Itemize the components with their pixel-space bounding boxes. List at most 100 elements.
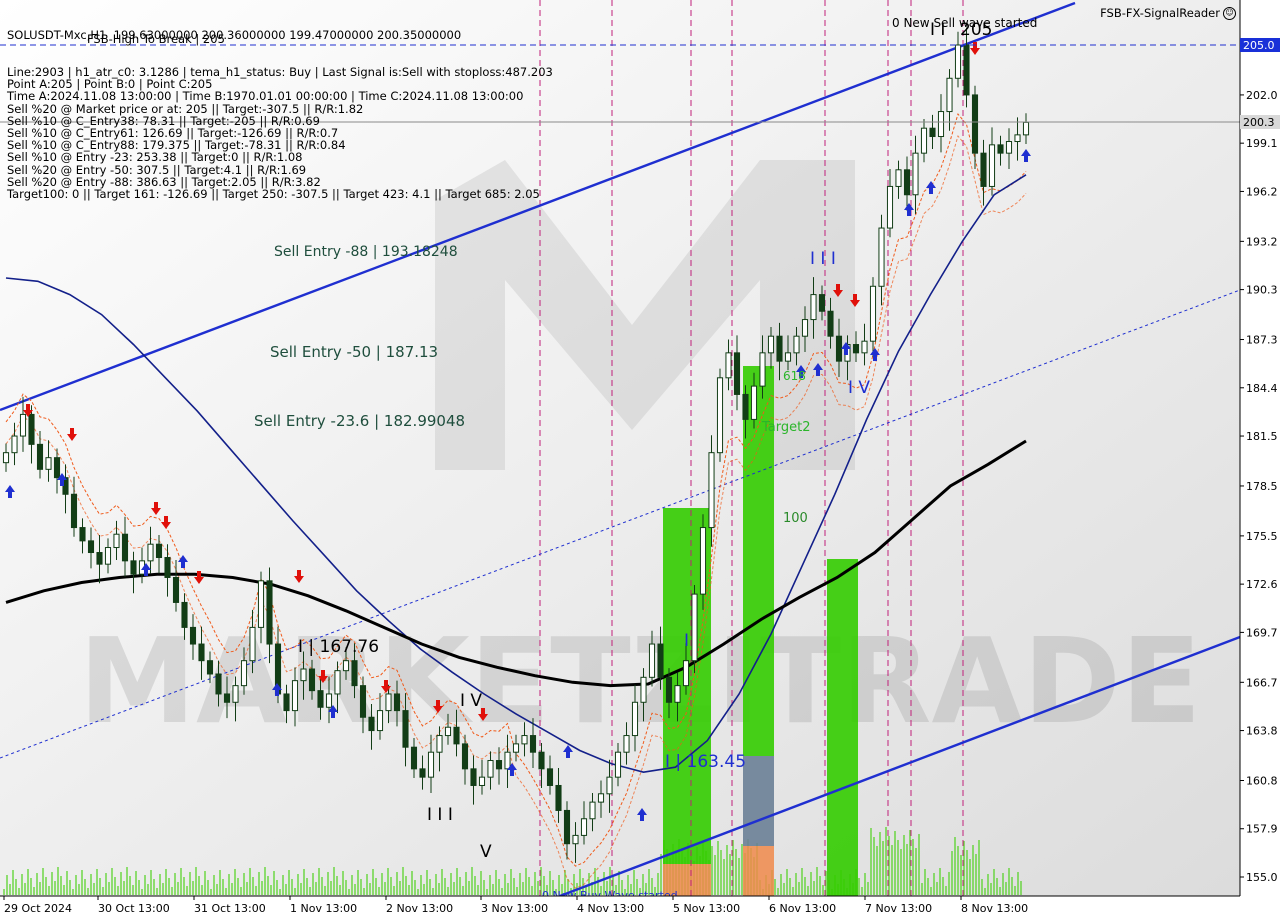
bear-candle <box>827 310 834 337</box>
bull-candle <box>342 660 350 672</box>
info-line: Time A:2024.11.08 13:00:00 | Time B:1970… <box>7 89 524 104</box>
bear-candle <box>266 580 273 645</box>
bull-candle <box>512 743 520 753</box>
price-tick-label: 166.7 <box>1246 676 1278 689</box>
price-tick-label: 199.1 <box>1246 137 1278 150</box>
wave-i-low-label: I | 163.45 <box>665 752 746 772</box>
bear-candle <box>87 540 95 554</box>
bull-candle <box>682 660 690 687</box>
bull-candle <box>878 227 885 287</box>
bear-candle <box>359 685 367 718</box>
wave-v-label: V <box>480 842 492 862</box>
bull-candle <box>793 335 800 354</box>
bull-candle <box>674 685 681 703</box>
bull-candle <box>606 776 613 795</box>
sell-entry-50-label: Sell Entry -50 | 187.13 <box>270 343 438 361</box>
bear-candle <box>130 560 137 575</box>
bear-candle <box>53 457 61 479</box>
bear-candle <box>733 352 741 395</box>
info-line: Sell %20 @ Market price or at: 205 || Ta… <box>7 101 364 116</box>
time-tick-label: 29 Oct 2024 <box>4 902 72 915</box>
bull-candle <box>11 435 18 454</box>
bull-candle <box>708 452 715 529</box>
bear-candle <box>155 543 163 559</box>
bear-candle <box>317 690 324 708</box>
bear-candle <box>555 784 562 811</box>
bull-candle <box>521 735 528 745</box>
bear-candle <box>351 660 358 687</box>
bull-candle <box>640 676 647 703</box>
info-list: Line:2903 | h1_atr_c0: 3.1286 | tema_h1_… <box>7 66 553 200</box>
bear-candle <box>308 668 316 692</box>
bear-candle <box>818 294 826 312</box>
bull-candle <box>886 185 894 229</box>
time-tick-label: 4 Nov 13:00 <box>577 902 644 915</box>
bear-candle <box>283 693 290 712</box>
bear-candle <box>164 557 171 578</box>
bear-candle <box>453 726 460 745</box>
bull-candle <box>334 670 341 695</box>
bull-candle <box>385 693 392 712</box>
time-tick-label: 30 Oct 13:00 <box>98 902 170 915</box>
bull-candle <box>699 527 707 595</box>
time-tick-label: 5 Nov 13:00 <box>673 902 740 915</box>
wave-i-high-label: I | 167.76 <box>298 637 379 657</box>
bull-candle <box>240 660 248 687</box>
info-line: Sell %20 @ Entry -50: 307.5 || Target:4.… <box>7 162 307 177</box>
signal-reader-title[interactable]: FSB-FX-SignalReader ☺ <box>1100 6 1236 20</box>
bull-candle <box>725 352 732 379</box>
bull-candle <box>954 44 962 79</box>
bear-candle <box>402 710 409 748</box>
price-tick-label: 181.5 <box>1246 430 1278 443</box>
target100-label: 100 <box>783 511 808 526</box>
bear-candle <box>189 626 197 645</box>
bull-candle <box>597 793 605 803</box>
bull-candle <box>19 413 27 437</box>
orange-stop-box <box>743 846 774 896</box>
bear-candle <box>980 152 987 187</box>
bear-candle <box>368 716 375 732</box>
bear-candle <box>538 751 545 770</box>
info-line: Sell %10 @ Entry -23: 253.38 || Target:0… <box>7 150 303 165</box>
new-sell-wave-label: 0 New Sell wave started <box>892 16 1037 30</box>
bear-candle <box>419 768 426 778</box>
bull-candle <box>376 710 384 732</box>
wave-iii-up-label: I I I <box>810 249 836 269</box>
bear-candle <box>198 643 205 662</box>
bear-candle <box>215 673 222 695</box>
grey-stop-box <box>743 756 774 846</box>
bull-candle <box>504 751 511 770</box>
bear-candle <box>657 643 664 678</box>
bear-candle <box>223 693 231 703</box>
info-line: Target100: 0 || Target 161: -126.69 || T… <box>7 187 540 202</box>
bear-candle <box>70 493 78 529</box>
bull-candle <box>104 547 112 565</box>
bear-candle <box>563 809 571 845</box>
bear-candle <box>963 44 970 96</box>
price-tick-label: 193.2 <box>1246 235 1278 248</box>
bull-candle <box>232 685 239 703</box>
bull-candle <box>691 593 698 662</box>
bear-candle <box>470 768 477 786</box>
bull-candle <box>291 680 299 712</box>
bear-candle <box>776 335 783 362</box>
target2-label: Target2 <box>761 420 811 435</box>
bull-candle <box>1014 134 1021 143</box>
price-tick-label: 202.0 <box>1246 89 1278 102</box>
bear-candle <box>79 527 86 542</box>
bull-candle <box>631 701 639 737</box>
bear-candle <box>461 743 469 770</box>
bear-candle <box>742 393 749 420</box>
bull-candle <box>895 169 902 187</box>
price-tick-label: 160.8 <box>1246 774 1278 787</box>
chart-container[interactable]: MARKETZITRADE I | 167.76 I V I I I V I I… <box>0 0 1280 920</box>
bear-candle <box>410 746 418 770</box>
bull-candle <box>784 352 792 362</box>
bear-candle <box>529 735 537 753</box>
fsb-high-label: FSB-High To Break | 205 <box>87 32 225 46</box>
bull-candle <box>325 693 333 708</box>
time-tick-label: 6 Nov 13:00 <box>769 902 836 915</box>
bear-candle <box>172 576 180 603</box>
bull-candle <box>436 735 443 753</box>
green-target-box <box>827 559 858 896</box>
